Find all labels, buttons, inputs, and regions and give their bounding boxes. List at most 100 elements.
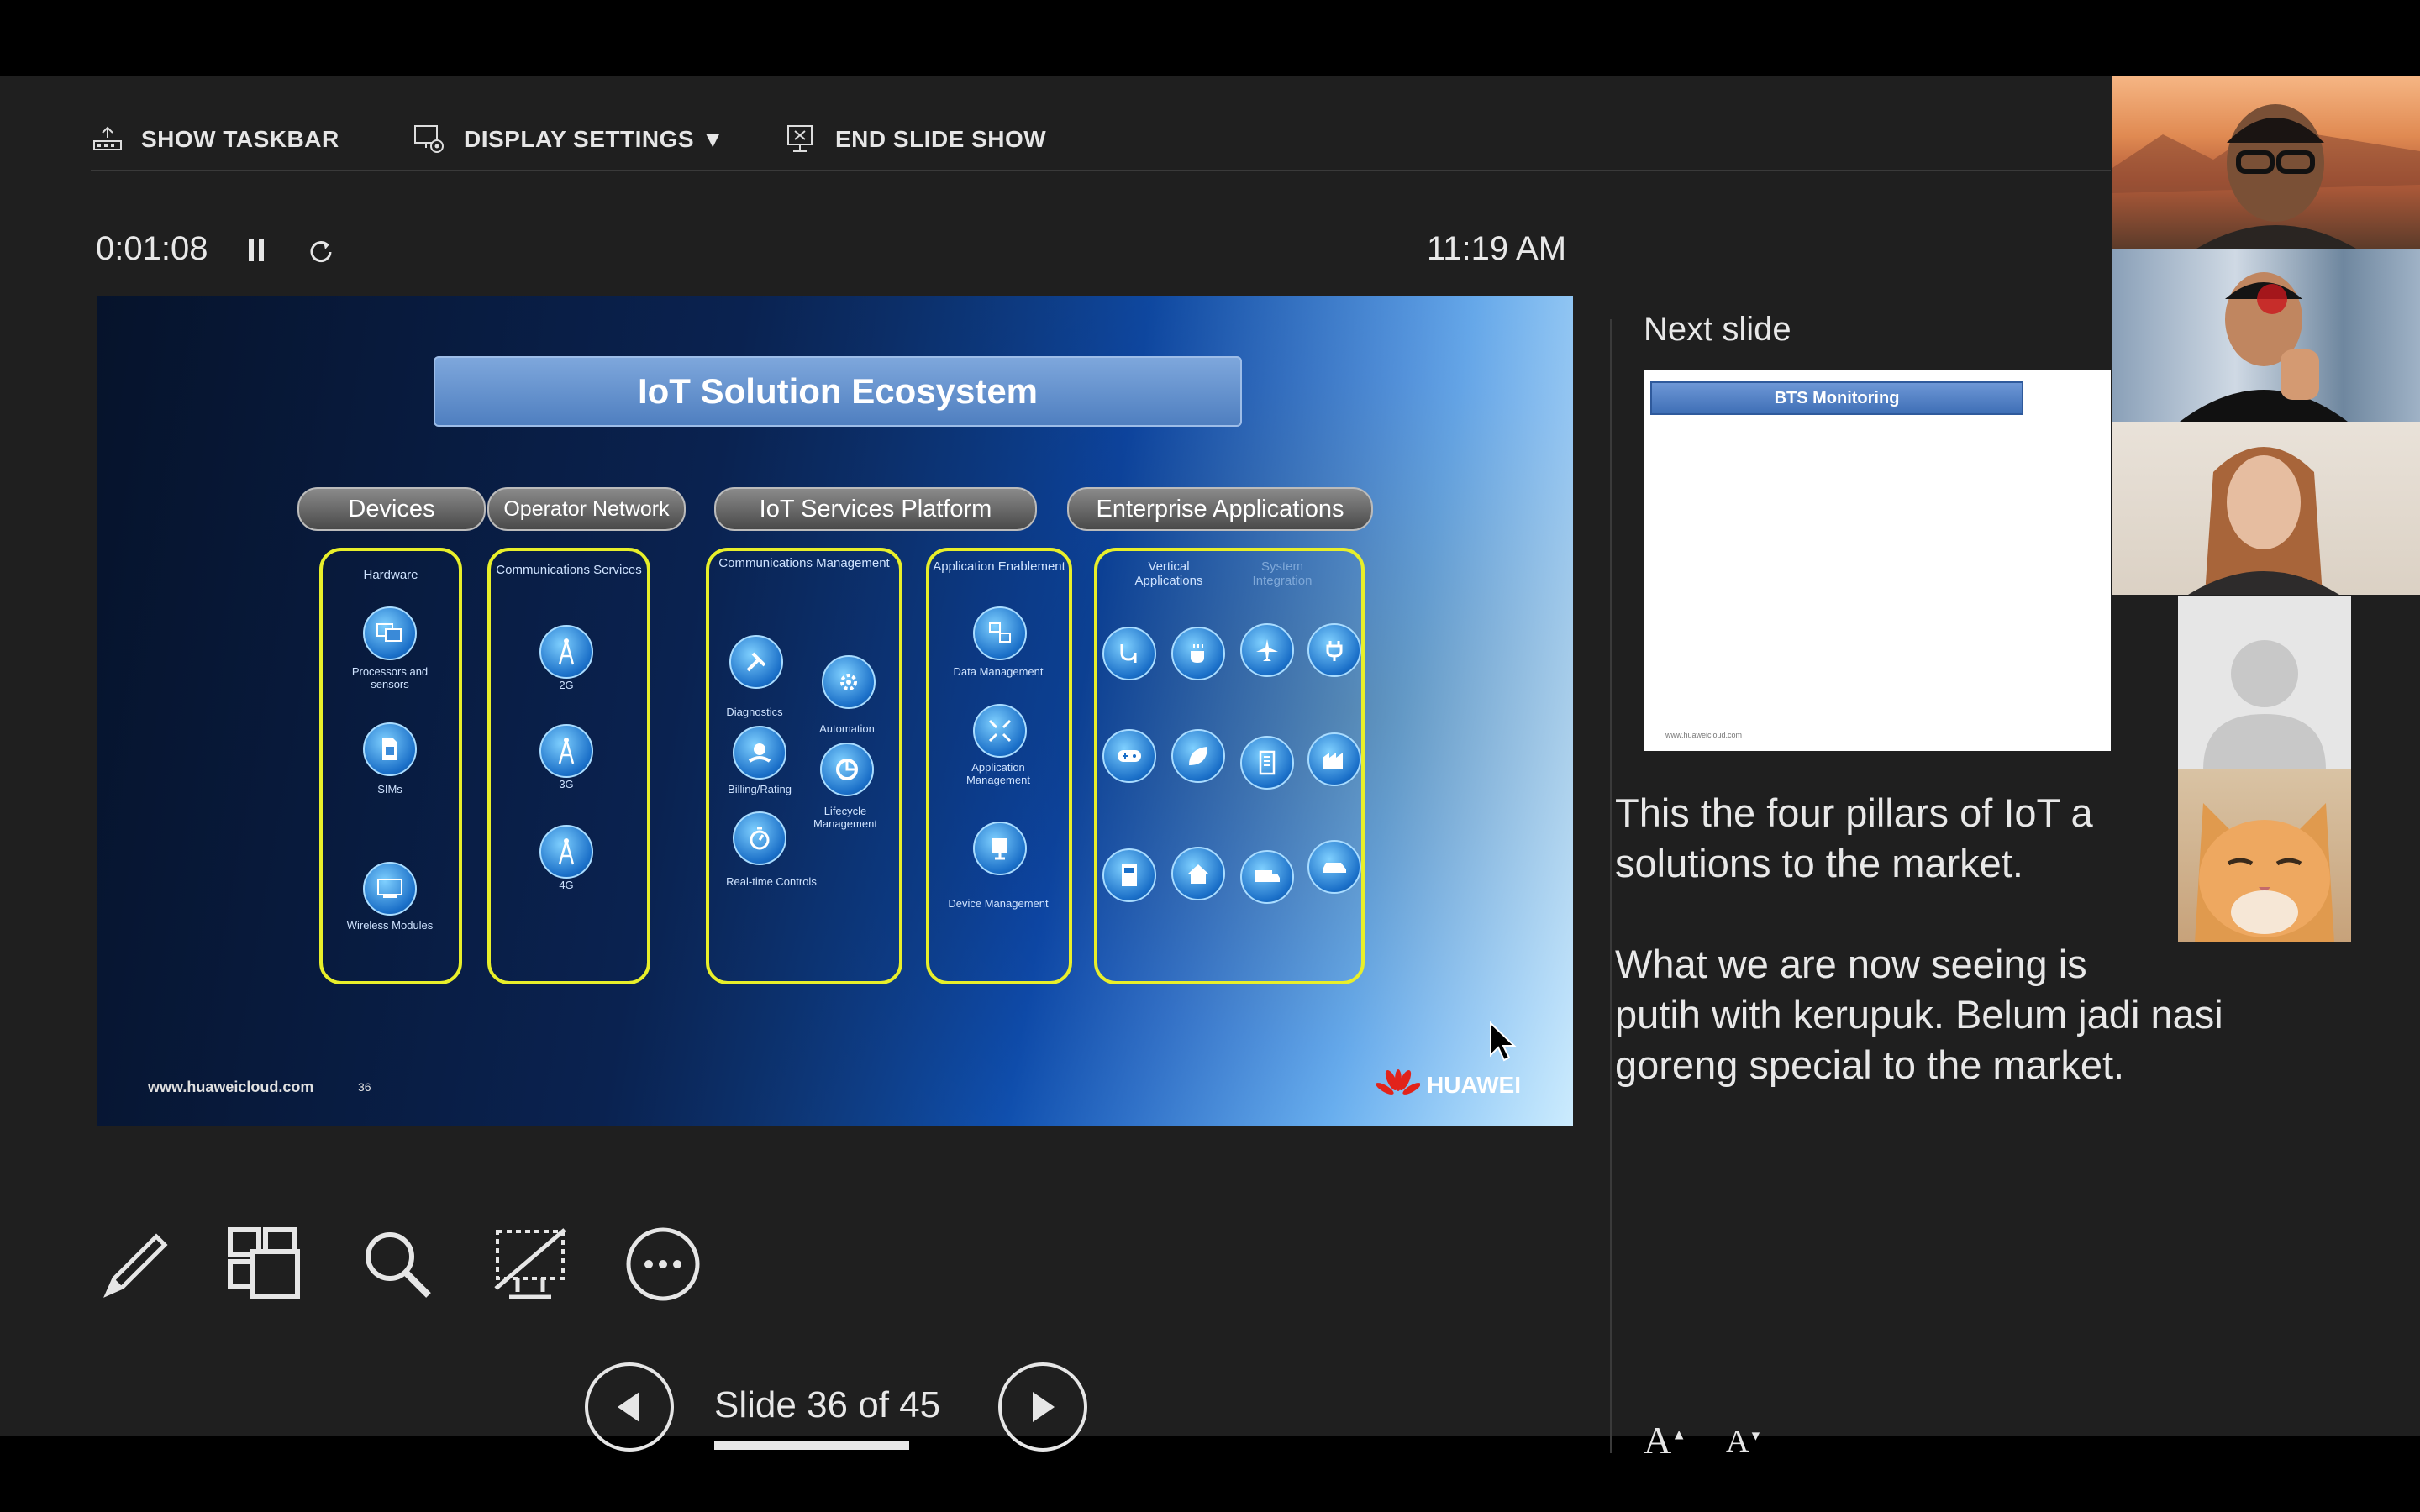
airplane-icon <box>1240 623 1294 677</box>
leaf-icon <box>1171 729 1225 783</box>
black-screen-button[interactable] <box>492 1226 568 1302</box>
pen-icon <box>103 1233 168 1298</box>
next-slide-button[interactable] <box>998 1362 1087 1452</box>
truck-icon <box>1240 850 1294 904</box>
restart-timer-button[interactable] <box>302 232 339 269</box>
smart-meter-icon <box>1102 848 1156 902</box>
diagnostics-icon <box>729 635 783 689</box>
speaker-notes[interactable]: This the four pillars of IoT a solutions… <box>1615 788 2270 1090</box>
icon-caption: Automation <box>819 722 875 735</box>
increase-font-button[interactable]: A▲ <box>1644 1418 1686 1462</box>
display-settings-icon <box>414 125 444 153</box>
icon-caption: Diagnostics <box>726 706 783 718</box>
slide-title: IoT Solution Ecosystem <box>434 356 1242 427</box>
participant-video-cat[interactable] <box>2178 769 2351 942</box>
participant-silhouette <box>2112 104 2420 249</box>
participant-video-3[interactable] <box>2112 422 2420 595</box>
icon-caption: Real-time Controls <box>726 875 817 888</box>
billing-icon <box>733 726 786 780</box>
icon-caption: 2G <box>559 679 574 691</box>
automation-icon <box>822 655 876 709</box>
icon-caption: Processors and sensors <box>351 665 429 690</box>
factory-icon <box>1307 732 1361 786</box>
huawei-flower-icon <box>1376 1069 1420 1095</box>
icon-caption: Application Management <box>966 761 1030 786</box>
end-slide-show-button[interactable]: END SLIDE SHOW <box>783 114 1046 165</box>
zoom-button[interactable] <box>360 1226 435 1302</box>
realtime-controls-icon <box>733 811 786 865</box>
elapsed-timer: 0:01:08 <box>96 230 208 267</box>
current-time: 11:19 AM <box>1427 230 1567 267</box>
slide-counter[interactable]: Slide 36 of 45 <box>714 1384 940 1426</box>
next-slide-label: Next slide <box>1644 311 1791 348</box>
tower-2g-icon <box>539 625 593 679</box>
column-enterprise-applications: Vertical Applications System Integration <box>1094 548 1365 984</box>
more-icon <box>626 1227 700 1301</box>
column-head: Communications Management <box>718 556 890 570</box>
pen-tool-button[interactable] <box>97 1226 173 1302</box>
next-slide-footer-url: www.huaweicloud.com <box>1665 731 1743 739</box>
chevron-left-icon <box>618 1392 639 1422</box>
previous-slide-button[interactable] <box>585 1362 674 1452</box>
sim-icon <box>363 722 417 776</box>
current-slide[interactable]: IoT Solution Ecosystem Devices Operator … <box>97 296 1573 1126</box>
end-slide-show-label: END SLIDE SHOW <box>835 126 1047 152</box>
participant-silhouette <box>2188 447 2339 595</box>
show-taskbar-button[interactable]: SHOW TASKBAR <box>89 114 339 165</box>
participant-video-1[interactable] <box>2112 76 2420 249</box>
pane-divider[interactable] <box>1610 319 1612 1453</box>
data-management-icon <box>973 606 1027 660</box>
screen-toggle-icon <box>494 1228 566 1299</box>
coffee-icon <box>1171 627 1225 680</box>
processor-icon <box>363 606 417 660</box>
column-application-enablement: Application Enablement Data Management A… <box>926 548 1072 984</box>
participant-avatar-placeholder[interactable] <box>2178 596 2351 769</box>
pillar-iot-services-platform: IoT Services Platform <box>714 487 1037 531</box>
wireless-module-icon <box>363 862 417 916</box>
display-settings-label: DISPLAY SETTINGS ▼ <box>464 126 725 152</box>
pause-timer-button[interactable] <box>239 232 276 269</box>
healthcare-icon <box>1102 627 1156 680</box>
column-hardware: Hardware Processors and sensors SIMs Wir… <box>319 548 462 984</box>
chevron-right-icon <box>1033 1392 1055 1422</box>
cat-image <box>2195 803 2334 942</box>
pause-icon <box>249 239 264 261</box>
taskbar-icon <box>93 126 122 150</box>
application-management-icon <box>973 704 1027 758</box>
icon-caption: Wireless Modules <box>346 919 434 932</box>
smart-home-icon <box>1171 847 1225 900</box>
slide-footer-url: www.huaweicloud.com <box>148 1079 314 1095</box>
display-settings-button[interactable]: DISPLAY SETTINGS ▼ <box>412 114 725 165</box>
device-management-icon <box>973 822 1027 875</box>
participant-video-2[interactable] <box>2112 249 2420 422</box>
end-show-icon <box>787 125 813 152</box>
all-slides-icon <box>228 1227 300 1299</box>
restart-icon <box>310 241 332 263</box>
presenter-view: SHOW TASKBAR DISPLAY SETTINGS ▼ END SLID… <box>0 76 2420 1462</box>
icon-caption: SIMs <box>377 783 402 795</box>
pillar-operator-network: Operator Network <box>487 487 686 531</box>
column-head: Hardware <box>363 568 418 582</box>
decrease-font-label: A <box>1726 1424 1749 1459</box>
magnifier-icon <box>366 1232 431 1298</box>
decrease-font-button[interactable]: A▼ <box>1726 1423 1762 1460</box>
more-options-button[interactable] <box>625 1226 701 1302</box>
see-all-slides-button[interactable] <box>227 1226 302 1302</box>
slide-footer-number: 36 <box>358 1080 371 1094</box>
slide-progress-bar <box>714 1441 958 1450</box>
tower-3g-icon <box>539 724 593 778</box>
next-slide-preview[interactable]: BTS Monitoring www.huaweicloud.com <box>1644 370 2111 751</box>
huawei-logo: HUAWEI <box>1376 1068 1521 1102</box>
gamepad-icon <box>1102 729 1156 783</box>
icon-caption: Lifecycle Management <box>813 805 877 830</box>
slide-progress-fill <box>714 1441 909 1450</box>
icon-caption: Device Management <box>948 897 1049 910</box>
pillar-devices: Devices <box>297 487 486 531</box>
icon-caption: Billing/Rating <box>728 783 792 795</box>
brand-name: HUAWEI <box>1427 1072 1521 1098</box>
next-slide-title: BTS Monitoring <box>1650 381 2023 415</box>
building-icon <box>1240 736 1294 790</box>
column-head: Application Enablement <box>933 559 1065 574</box>
icon-caption: 4G <box>559 879 574 891</box>
participant-silhouette <box>2180 272 2348 422</box>
